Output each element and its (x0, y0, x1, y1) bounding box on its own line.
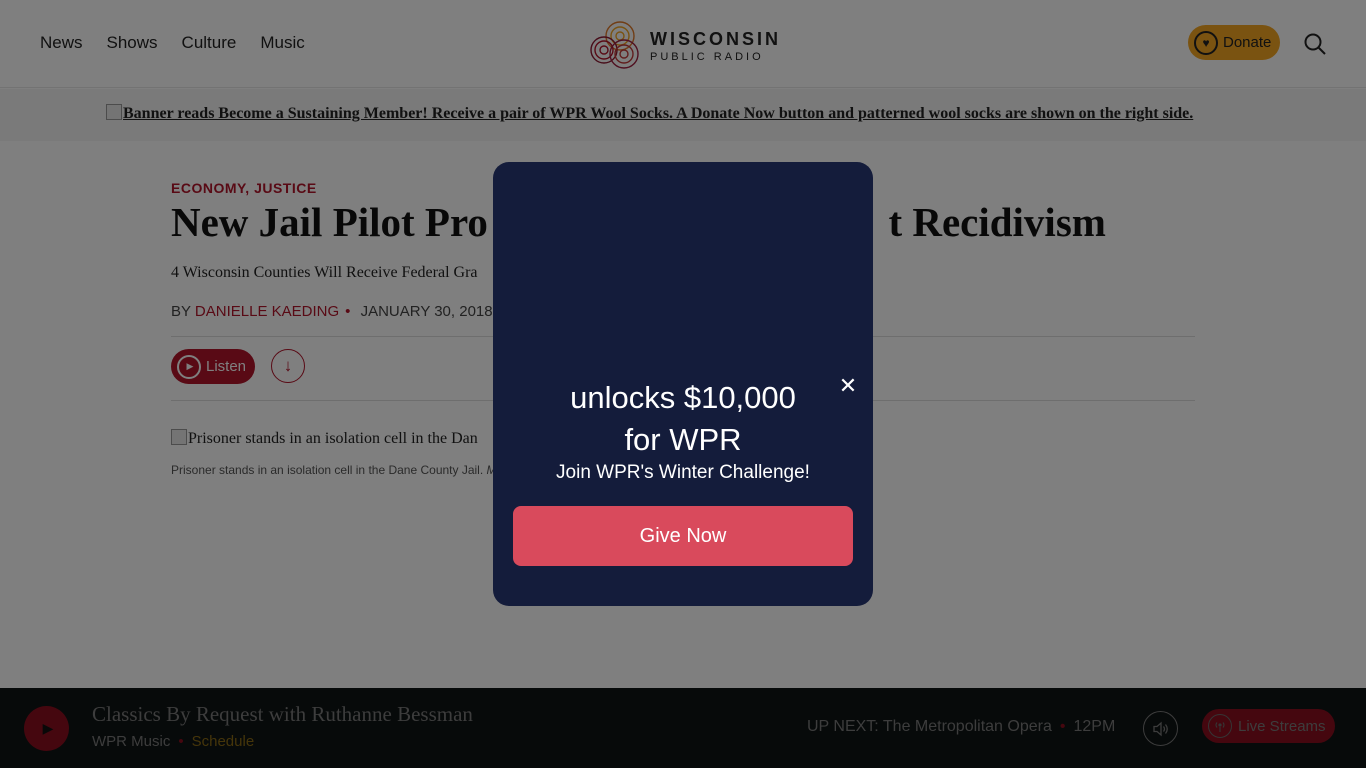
modal-headline-line1: unlocks $10,000 (570, 380, 796, 415)
modal-headline-line2: for WPR (624, 422, 742, 457)
modal-headline: unlocks $10,000 for WPR (493, 377, 873, 461)
give-now-button[interactable]: Give Now (513, 506, 853, 566)
modal-subtext: Join WPR's Winter Challenge! (556, 462, 810, 483)
